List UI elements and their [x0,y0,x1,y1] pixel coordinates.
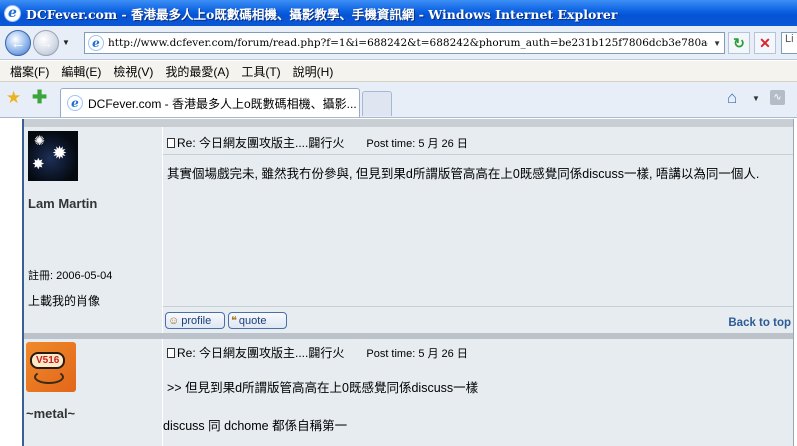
post-body-panel: Re: 今日網友團攻版主....闢行火 Post time: 5 月 26 日 … [163,339,793,446]
username[interactable]: Lam Martin [28,196,97,211]
post-body-panel: Re: 今日網友團攻版主....闢行火 Post time: 5 月 26 日 … [163,127,793,333]
avatar-decoration [34,370,64,384]
post-time-label: Post time: [366,347,416,360]
recent-pages-dropdown-icon[interactable]: ▼ [62,38,70,47]
address-dropdown-icon[interactable]: ▼ [713,39,721,48]
back-button[interactable]: ← [5,30,31,56]
menu-bar: 檔案(F) 編輯(E) 檢視(V) 我的最愛(A) 工具(T) 說明(H) [0,61,797,82]
new-tab-button[interactable] [362,91,392,116]
post-author-panel: ✺ ✹ ✸ Lam Martin 註冊: 2006-05-04 上載我的肖像 [24,127,162,333]
firework-icon: ✺ [34,133,45,148]
home-dropdown-icon[interactable]: ▼ [752,94,760,103]
search-input[interactable]: Li [781,32,797,54]
favorites-star-icon[interactable]: ★ [6,88,21,108]
username[interactable]: ~metal~ [26,406,75,421]
forward-button[interactable]: → [33,30,59,56]
post-text: discuss 同 dchome 都係自稱第一 [163,419,348,433]
registration-date: 註冊: 2006-05-04 [28,270,113,282]
window-title: DCFever.com - 香港最多人上o既數碼相機、攝影教學、手機資訊網 - … [26,6,618,22]
tab-title: DCFever.com - 香港最多人上o既數碼相機、攝影... [88,96,357,111]
navigation-bar: ← → ▼ e http://www.dcfever.com/forum/rea… [0,26,797,60]
title-bar: e DCFever.com - 香港最多人上o既數碼相機、攝影教學、手機資訊網 … [0,0,797,26]
forum-post: V516 ~metal~ Re: 今日網友團攻版主....闢行火 Post ti… [24,339,793,446]
avatar: ✺ ✹ ✸ [28,131,78,181]
post-divider [24,119,793,127]
menu-tools[interactable]: 工具(T) [235,63,286,80]
back-to-top-link[interactable]: Back to top [728,317,791,329]
feeds-icon[interactable]: ∿ [770,90,785,105]
post-text: 其實個場戲完未, 雖然我冇份參與, 但見到果d所謂版管高高在上0既感覺同係dis… [167,167,760,181]
quote-label: quote [238,314,267,327]
firework-icon: ✸ [32,156,45,173]
post-time-label: Post time: [366,137,416,150]
forum-post: ✺ ✹ ✸ Lam Martin 註冊: 2006-05-04 上載我的肖像 R… [24,127,793,333]
post-header: Re: 今日網友團攻版主....闢行火 Post time: 5 月 26 日 [163,127,793,155]
menu-favorites[interactable]: 我的最愛(A) [159,63,235,80]
menu-edit[interactable]: 編輯(E) [55,63,107,80]
post-time: 5 月 26 日 [418,347,468,360]
avatar: V516 [26,342,76,392]
address-bar[interactable]: e http://www.dcfever.com/forum/read.php?… [84,32,725,54]
menu-help[interactable]: 說明(H) [287,63,340,80]
tab-dcfever[interactable]: e DCFever.com - 香港最多人上o既數碼相機、攝影... [60,88,360,117]
quote-button[interactable]: ❝ quote [228,312,287,329]
right-border [793,119,794,446]
stop-button[interactable]: ✕ [754,32,776,54]
profile-label: profile [181,314,212,327]
firework-icon: ✹ [52,143,68,163]
quote-icon: ❝ [231,315,237,327]
post-time: 5 月 26 日 [418,137,468,150]
tab-bar: ★ ✚ e DCFever.com - 香港最多人上o既數碼相機、攝影... ⌂… [0,82,797,118]
post-footer: ☺ profile ❝ quote Back to top [163,306,793,333]
refresh-button[interactable]: ↻ [728,32,750,54]
tab-page-icon: e [67,95,83,111]
page-icon: e [88,35,104,51]
menu-file[interactable]: 檔案(F) [4,63,55,80]
quoted-text: >> 但見到果d所謂版管高高在上0既感覺同係discuss一樣 [167,381,479,395]
person-icon: ☺ [168,314,180,327]
ie-logo-icon: e [4,4,21,22]
profile-button[interactable]: ☺ profile [165,312,225,329]
menu-view[interactable]: 檢視(V) [107,63,159,80]
document-icon [167,137,175,148]
avatar-text: V516 [30,352,66,369]
page-content: ✺ ✹ ✸ Lam Martin 註冊: 2006-05-04 上載我的肖像 R… [0,119,797,446]
post-author-panel: V516 ~metal~ [24,339,162,446]
upload-avatar-link[interactable]: 上載我的肖像 [28,292,100,309]
document-icon [167,347,175,358]
post-subject[interactable]: Re: 今日網友團攻版主....闢行火 [177,134,344,151]
address-url[interactable]: http://www.dcfever.com/forum/read.php?f=… [108,37,708,49]
add-favorite-icon[interactable]: ✚ [32,87,47,108]
home-icon[interactable]: ⌂ [727,88,737,108]
post-subject[interactable]: Re: 今日網友團攻版主....闢行火 [177,344,344,361]
